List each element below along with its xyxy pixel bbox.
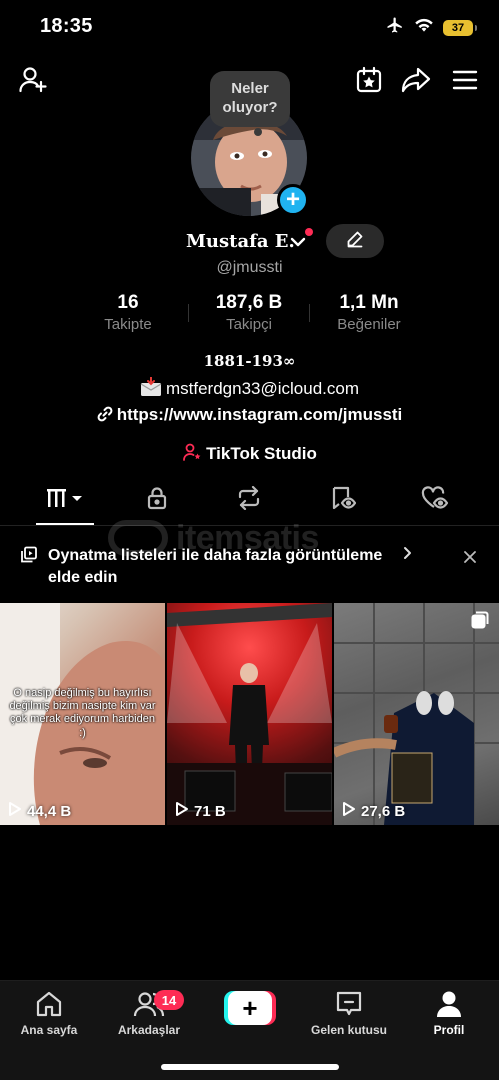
playlist-banner-text: Oynatma listeleri ile daha fazla görüntü…	[48, 547, 383, 586]
tab-videos[interactable]	[36, 484, 96, 516]
status-bar: 18:35 37	[0, 0, 499, 54]
status-time: 18:35	[40, 15, 93, 37]
lock-icon	[146, 486, 168, 515]
stat-followers-value: 187,6 B	[215, 292, 283, 313]
name-row: Mustafa E.	[0, 224, 499, 258]
stat-likes[interactable]: 1,1 Mn Beğeniler	[309, 292, 429, 333]
nav-profile[interactable]: Profil	[404, 989, 494, 1037]
add-friend-icon[interactable]	[17, 64, 49, 96]
username: @jmussti	[216, 259, 283, 276]
thumbnail-concert-art	[167, 603, 332, 825]
play-icon	[175, 801, 189, 821]
playlist-banner[interactable]: Oynatma listeleri ile daha fazla görüntü…	[0, 538, 499, 598]
video-caption: O nasip değilmiş bu hayırlısı değilmiş b…	[9, 687, 156, 739]
bio-link-row[interactable]: https://www.instagram.com/jmussti	[0, 405, 499, 427]
airplane-icon	[385, 16, 405, 39]
friends-badge: 14	[154, 990, 184, 1010]
chevron-down-icon[interactable]	[290, 235, 306, 253]
stat-followers[interactable]: 187,6 B Takipçi	[189, 292, 309, 333]
calendar-star-icon[interactable]	[353, 64, 385, 96]
display-name[interactable]: Mustafa E.	[186, 231, 295, 252]
bookmark-eye-icon	[330, 486, 357, 515]
home-icon	[4, 989, 94, 1019]
nav-friends-label: Arkadaşlar	[117, 1023, 181, 1037]
tab-private[interactable]	[127, 484, 187, 516]
play-icon	[8, 801, 22, 821]
stat-likes-label: Beğeniler	[337, 316, 401, 333]
link-icon	[97, 406, 113, 427]
plus-icon: +	[228, 991, 272, 1025]
profile-stats: 16 Takipte 187,6 B Takipçi 1,1 Mn Beğeni…	[0, 292, 499, 338]
menu-icon[interactable]	[449, 64, 481, 96]
tab-liked[interactable]	[405, 484, 465, 516]
video-thumbnail[interactable]: 27,6 B	[334, 603, 499, 825]
grid-filter-icon	[46, 487, 86, 514]
profile-tabs	[0, 478, 499, 526]
profile-icon	[404, 989, 494, 1019]
stat-following[interactable]: 16 Takipte	[68, 292, 188, 333]
view-count-value: 27,6 B	[361, 802, 406, 820]
play-icon	[342, 801, 356, 821]
nav-profile-label: Profil	[433, 1023, 465, 1037]
bio-email-row: mstferdgn33@icloud.com	[0, 376, 499, 402]
status-icons: 37	[385, 16, 477, 39]
inbox-icon	[304, 989, 394, 1019]
stat-likes-value: 1,1 Mn	[339, 292, 399, 313]
view-count-value: 44,4 B	[27, 802, 72, 820]
envelope-icon	[140, 376, 162, 402]
studio-label: TikTok Studio	[206, 444, 317, 463]
pencil-icon	[346, 230, 364, 253]
share-icon[interactable]	[400, 64, 432, 96]
heart-eye-icon	[421, 485, 449, 515]
nav-inbox-label: Gelen kutusu	[310, 1023, 387, 1037]
playlist-icon	[20, 546, 38, 569]
add-story-button[interactable]: +	[277, 184, 309, 216]
tab-favorites[interactable]	[313, 484, 373, 516]
tab-reposts[interactable]	[219, 484, 279, 516]
nav-home[interactable]: Ana sayfa	[4, 989, 94, 1037]
status-bubble[interactable]: Neler oluyor?	[210, 71, 290, 136]
nav-home-label: Ana sayfa	[20, 1023, 78, 1037]
home-indicator	[161, 1064, 339, 1070]
wifi-icon	[414, 17, 434, 38]
stat-following-label: Takipte	[104, 316, 152, 333]
thumbnail-street-art	[334, 603, 499, 825]
view-count: 71 B	[175, 801, 226, 821]
stat-following-value: 16	[117, 292, 139, 313]
battery-indicator: 37	[443, 19, 477, 36]
studio-icon	[182, 442, 202, 467]
bio-email[interactable]: mstferdgn33@icloud.com	[166, 379, 359, 398]
view-count: 44,4 B	[8, 801, 71, 821]
video-thumbnail[interactable]: O nasip değilmiş bu hayırlısı değilmiş b…	[0, 603, 165, 825]
notification-dot	[305, 228, 313, 236]
multi-photo-icon	[471, 611, 489, 634]
stat-followers-label: Takipçi	[226, 316, 272, 333]
tiktok-studio-link[interactable]: TikTok Studio	[0, 442, 499, 467]
bio-link[interactable]: https://www.instagram.com/jmussti	[117, 405, 403, 424]
active-tab-underline	[36, 523, 94, 525]
close-icon[interactable]	[460, 547, 480, 567]
bio-years: 1881-193∞	[203, 352, 296, 370]
nav-friends[interactable]: 14 Arkadaşlar	[104, 989, 194, 1037]
view-count: 27,6 B	[342, 801, 405, 821]
video-grid: O nasip değilmiş bu hayırlısı değilmiş b…	[0, 603, 499, 825]
nav-inbox[interactable]: Gelen kutusu	[304, 989, 394, 1037]
edit-profile-button[interactable]	[326, 224, 384, 258]
create-button[interactable]: +	[224, 991, 276, 1025]
chevron-right-icon	[402, 546, 412, 564]
repost-icon	[236, 485, 262, 515]
view-count-value: 71 B	[194, 802, 226, 820]
video-thumbnail[interactable]: 71 B	[167, 603, 332, 825]
